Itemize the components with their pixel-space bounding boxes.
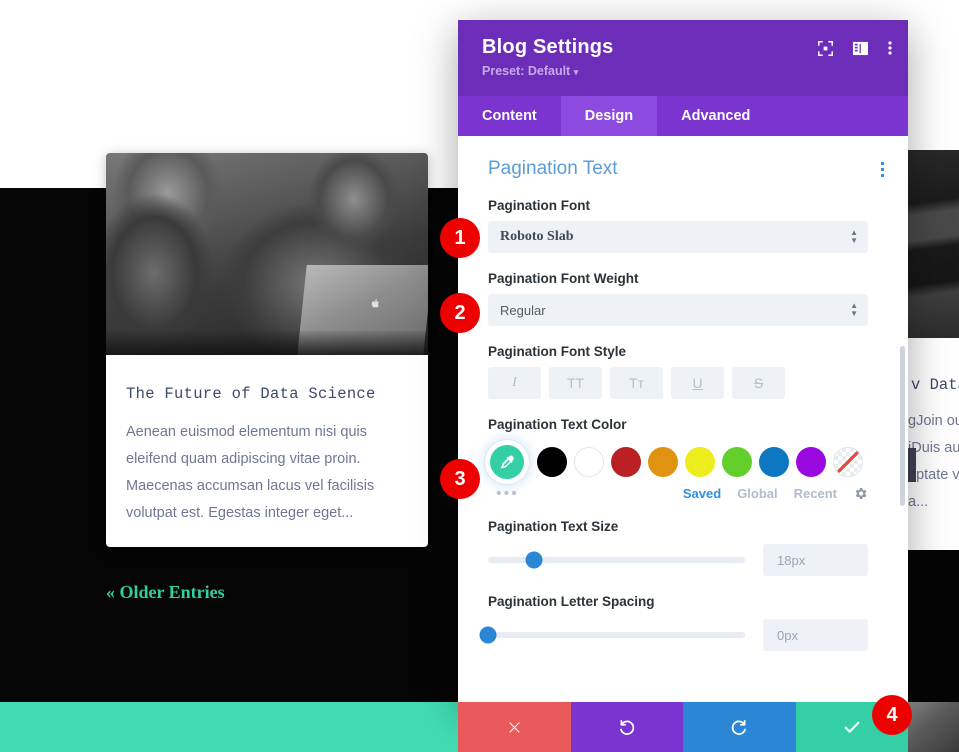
field-pagination-text-size: Pagination Text Size 18px bbox=[458, 519, 908, 576]
chevron-down-icon: ▾ bbox=[573, 67, 579, 77]
blog-post-card[interactable]: The Future of Data Science Aenean euismo… bbox=[106, 153, 428, 547]
color-swatch-blue[interactable] bbox=[759, 447, 789, 477]
color-swatch-green[interactable] bbox=[722, 447, 752, 477]
field-label: Pagination Text Size bbox=[488, 519, 619, 534]
tab-content[interactable]: Content bbox=[458, 96, 561, 136]
section-header: Pagination Text bbox=[458, 136, 908, 180]
apple-logo-icon bbox=[371, 299, 379, 308]
underline-button[interactable]: U bbox=[671, 367, 724, 399]
color-swatch-black[interactable] bbox=[537, 447, 567, 477]
panel-scrollbar[interactable] bbox=[900, 346, 905, 506]
letter-spacing-slider-row: 0px bbox=[479, 619, 868, 651]
color-swatch-orange[interactable] bbox=[648, 447, 678, 477]
italic-button[interactable]: I bbox=[488, 367, 541, 399]
section-title: Pagination Text bbox=[488, 158, 618, 179]
tab-advanced[interactable]: Advanced bbox=[657, 96, 774, 136]
field-pagination-font-weight: Pagination Font Weight Regular ▲ ▼ bbox=[458, 271, 908, 326]
preset-label: Preset: Default bbox=[482, 64, 571, 78]
blog-post-title[interactable]: The Future of Data Science bbox=[126, 385, 416, 403]
right-dark-strip bbox=[908, 550, 959, 702]
redo-icon bbox=[731, 719, 746, 735]
color-swatch-yellow[interactable] bbox=[685, 447, 715, 477]
color-swatch-purple[interactable] bbox=[796, 447, 826, 477]
palette-tab-global[interactable]: Global bbox=[737, 486, 777, 501]
kebab-menu-icon[interactable] bbox=[888, 40, 892, 56]
blog-post-excerpt: Aenean euismod elementum nisi quis eleif… bbox=[126, 424, 375, 521]
right-footer-image bbox=[908, 702, 959, 752]
field-pagination-font: Pagination Font Roboto Slab ▲ ▼ bbox=[458, 198, 908, 253]
pagination-font-select[interactable]: Roboto Slab ▲ ▼ bbox=[488, 221, 868, 253]
redo-button[interactable] bbox=[683, 702, 796, 752]
side-tab-handle[interactable] bbox=[908, 448, 916, 482]
text-size-value-input[interactable]: 18px bbox=[763, 544, 868, 576]
letter-spacing-value-input[interactable]: 0px bbox=[763, 619, 868, 651]
color-swatch-row bbox=[485, 440, 868, 484]
right-post-card[interactable]: v Data gJoin ou iDuis aut uptate ve a... bbox=[908, 338, 959, 550]
select-stepper-icon: ▲ ▼ bbox=[850, 228, 858, 245]
layout-panel-icon[interactable] bbox=[853, 41, 868, 56]
tab-design[interactable]: Design bbox=[560, 96, 658, 136]
field-label: Pagination Text Color bbox=[488, 417, 627, 432]
right-post-title: v Data bbox=[911, 376, 959, 394]
section-kebab-menu-icon[interactable] bbox=[881, 159, 884, 180]
letter-spacing-slider-knob[interactable] bbox=[479, 626, 497, 644]
selected-color-swatch[interactable] bbox=[485, 440, 529, 484]
field-pagination-text-color: Pagination Text Color ••• Saved Global R… bbox=[458, 417, 908, 502]
field-label: Pagination Font Style bbox=[488, 344, 627, 359]
strikethrough-button[interactable]: S bbox=[732, 367, 785, 399]
callout-badge-3: 3 bbox=[440, 459, 480, 499]
palette-tab-recent[interactable]: Recent bbox=[794, 486, 837, 501]
field-pagination-font-style: Pagination Font Style I TT Tт U S bbox=[458, 344, 908, 399]
design-panel-body: Pagination Text Pagination Font Roboto S… bbox=[458, 136, 908, 702]
modal-tabs: Content Design Advanced bbox=[458, 96, 908, 136]
undo-button[interactable] bbox=[570, 702, 683, 752]
table-surface bbox=[106, 331, 428, 355]
older-entries-link[interactable]: « Older Entries bbox=[106, 582, 225, 603]
callout-badge-2: 2 bbox=[440, 293, 480, 333]
field-pagination-letter-spacing: Pagination Letter Spacing 0px bbox=[458, 594, 908, 651]
modal-header-actions bbox=[818, 40, 892, 56]
selected-font-value: Roboto Slab bbox=[500, 229, 574, 244]
callout-badge-4: 4 bbox=[872, 695, 912, 735]
text-size-slider-row: 18px bbox=[488, 544, 868, 576]
color-swatch-red[interactable] bbox=[611, 447, 641, 477]
field-label: Pagination Font Weight bbox=[488, 271, 639, 286]
text-size-slider-track[interactable] bbox=[488, 551, 745, 569]
eyedropper-icon bbox=[490, 445, 524, 479]
modal-header: Blog Settings Preset: Default ▾ bbox=[458, 20, 908, 96]
text-size-slider-knob[interactable] bbox=[525, 551, 543, 569]
gear-icon[interactable] bbox=[853, 486, 868, 501]
right-post-image bbox=[908, 150, 959, 338]
checkmark-icon bbox=[844, 721, 860, 733]
selected-weight-value: Regular bbox=[500, 302, 546, 318]
modal-action-bar bbox=[458, 702, 908, 752]
letter-spacing-slider-track[interactable] bbox=[479, 626, 745, 644]
color-swatch-white[interactable] bbox=[574, 447, 604, 477]
screenshot-root: The Future of Data Science Aenean euismo… bbox=[0, 0, 959, 752]
focus-target-icon[interactable] bbox=[818, 40, 833, 56]
pagination-font-weight-select[interactable]: Regular ▲ ▼ bbox=[488, 294, 868, 326]
field-label: Pagination Letter Spacing bbox=[488, 594, 655, 609]
close-icon bbox=[509, 721, 520, 733]
blog-settings-modal: Blog Settings Preset: Default ▾ Content … bbox=[458, 20, 908, 702]
discard-button[interactable] bbox=[458, 702, 571, 752]
undo-icon bbox=[620, 719, 635, 735]
field-label: Pagination Font bbox=[488, 198, 590, 213]
palette-tab-saved[interactable]: Saved bbox=[683, 486, 721, 501]
capitalize-button[interactable]: Tт bbox=[610, 367, 663, 399]
uppercase-button[interactable]: TT bbox=[549, 367, 602, 399]
blog-post-image bbox=[106, 153, 428, 355]
preset-selector[interactable]: Preset: Default ▾ bbox=[482, 64, 888, 78]
color-palette-tabs: Saved Global Recent bbox=[488, 486, 868, 501]
font-style-button-group: I TT Tт U S bbox=[488, 367, 868, 399]
color-swatch-none[interactable] bbox=[833, 447, 863, 477]
callout-badge-1: 1 bbox=[440, 218, 480, 258]
select-stepper-icon: ▲ ▼ bbox=[850, 301, 858, 318]
